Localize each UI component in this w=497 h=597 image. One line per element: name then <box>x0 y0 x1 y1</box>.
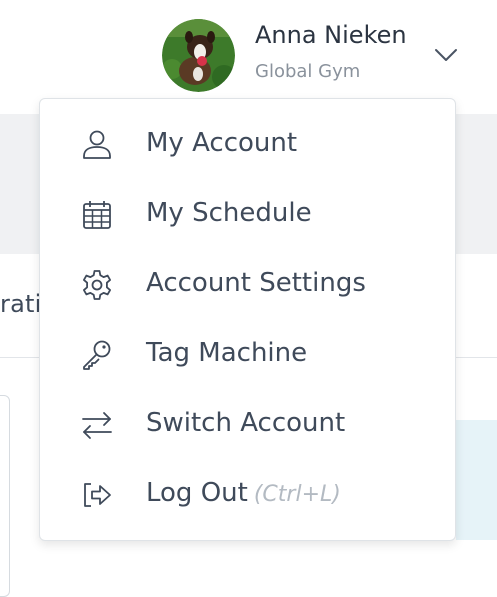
menu-item-label: My Account <box>146 128 298 158</box>
menu-item-account-settings[interactable]: Account Settings <box>40 256 455 312</box>
account-dropdown-menu: My Account My Schedule Account Settings <box>39 98 456 541</box>
menu-item-label: Switch Account <box>146 408 346 438</box>
user-name: Anna Nieken <box>255 21 407 49</box>
avatar[interactable] <box>162 19 235 92</box>
menu-item-my-schedule[interactable]: My Schedule <box>40 186 455 242</box>
chevron-down-icon[interactable] <box>432 45 460 65</box>
menu-item-label: Log Out (Ctrl+L) <box>146 478 341 508</box>
switch-arrows-icon <box>80 408 114 442</box>
partial-page-text: rati <box>0 290 42 318</box>
calendar-icon <box>80 198 114 232</box>
menu-item-label: Account Settings <box>146 268 366 298</box>
menu-item-switch-account[interactable]: Switch Account <box>40 396 455 452</box>
user-profile-header[interactable]: Anna Nieken Global Gym <box>162 19 472 93</box>
keyboard-shortcut-hint: (Ctrl+L) <box>253 482 341 507</box>
user-organization: Global Gym <box>255 61 361 82</box>
background-highlight-panel <box>456 420 497 540</box>
background-card <box>0 395 10 597</box>
menu-item-log-out[interactable]: Log Out (Ctrl+L) <box>40 466 455 522</box>
gear-icon <box>80 268 114 302</box>
key-icon <box>80 338 114 372</box>
log-out-label: Log Out <box>146 478 248 508</box>
menu-item-my-account[interactable]: My Account <box>40 116 455 172</box>
user-icon <box>80 128 114 162</box>
menu-item-label: My Schedule <box>146 198 312 228</box>
menu-item-label: Tag Machine <box>146 338 308 368</box>
menu-item-tag-machine[interactable]: Tag Machine <box>40 326 455 382</box>
logout-icon <box>80 478 114 512</box>
